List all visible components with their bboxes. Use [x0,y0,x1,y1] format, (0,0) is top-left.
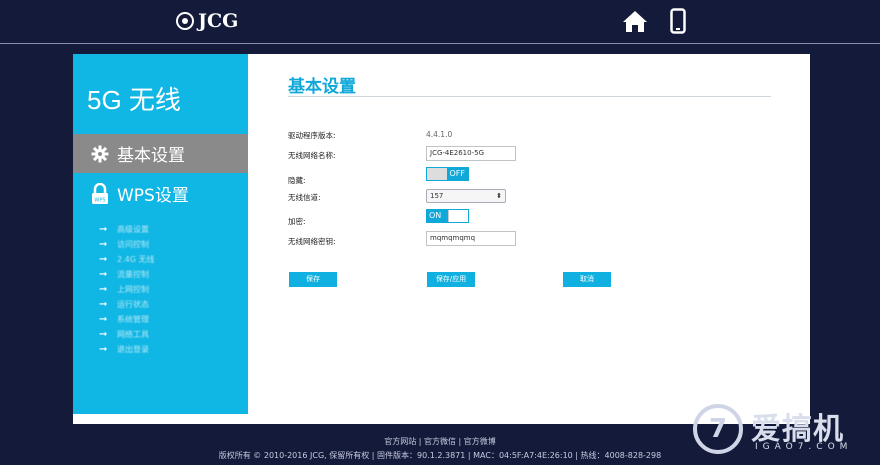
submenu-item[interactable]: ➞ 上网控制 [99,282,154,297]
submenu-item[interactable]: ➞ 系统管理 [99,312,154,327]
sidebar-item-label: WPS设置 [117,186,189,206]
arrow-right-icon: ➞ [99,224,108,235]
submenu-item[interactable]: ➞ 退出登录 [99,342,154,357]
wireless-key-label: 无线网络密钥: [288,237,336,246]
sidebar: 5G 无线 基本设置 WPS WPS设置 ➞ 高级设置 ➞ 访问控制 ➞ 2.4… [73,54,248,414]
arrow-right-icon: ➞ [99,329,108,340]
submenu-item[interactable]: ➞ 访问控制 [99,237,154,252]
driver-version-value: 4.4.1.0 [426,130,453,139]
main-frame: 5G 无线 基本设置 WPS WPS设置 ➞ 高级设置 ➞ 访问控制 ➞ 2.4… [73,54,810,424]
updown-arrow-icon: ⬍ [496,192,502,200]
arrow-right-icon: ➞ [99,269,108,280]
brand-logo[interactable]: JCG [176,10,238,32]
hide-ssid-label: 隐藏: [288,176,306,185]
submenu-item[interactable]: ➞ 运行状态 [99,297,154,312]
channel-value: 157 [430,192,444,200]
toggle-state: ON [427,210,448,222]
jcg-logo-icon [176,12,194,30]
toggle-knob [427,168,448,180]
arrow-right-icon: ➞ [99,239,108,250]
brand-name: JCG [198,10,239,32]
ssid-input[interactable]: JCG-4E2610-5G [426,146,516,161]
encryption-label: 加密: [288,217,306,226]
page-title: 基本设置 [288,77,356,97]
watermark-url: IGAO7.COM [755,442,853,452]
driver-version-label: 驱动程序版本: [288,131,336,140]
toggle-knob [448,210,468,222]
sidebar-title: 5G 无线 [87,85,181,115]
mobile-icon[interactable] [670,8,686,34]
arrow-right-icon: ➞ [99,344,108,355]
arrow-right-icon: ➞ [99,284,108,295]
sidebar-submenu: ➞ 高级设置 ➞ 访问控制 ➞ 2.4G 无线 ➞ 流量控制 ➞ 上网控制 ➞ 运行状态 ➞… [99,222,154,357]
sidebar-item-label: 基本设置 [117,146,185,166]
encryption-toggle[interactable]: ON [426,209,469,223]
save-button[interactable]: 保存 [289,272,337,287]
hide-ssid-toggle[interactable]: OFF [426,167,469,181]
watermark: 7 爱搞机 IGAO7.COM [693,402,875,458]
ssid-label: 无线网络名称: [288,151,336,160]
watermark-logo-icon: 7 [693,404,743,454]
sidebar-item-wps-settings[interactable]: WPS WPS设置 [73,174,248,213]
channel-label: 无线信道: [288,193,321,202]
lock-icon: WPS [89,182,111,205]
title-divider [288,96,771,97]
sidebar-item-basic-settings[interactable]: 基本设置 [73,134,248,173]
arrow-right-icon: ➞ [99,299,108,310]
svg-text:WPS: WPS [94,197,105,203]
settings-panel: 基本设置 驱动程序版本: 4.4.1.0 无线网络名称: JCG-4E2610-… [258,54,810,414]
top-bar: JCG [0,0,880,44]
home-icon[interactable] [622,9,648,33]
submenu-item[interactable]: ➞ 2.4G 无线 [99,252,154,267]
channel-select[interactable]: 157 ⬍ [426,189,506,203]
toggle-state: OFF [447,168,468,180]
save-apply-button[interactable]: 保存/应用 [427,272,475,287]
arrow-right-icon: ➞ [99,314,108,325]
cancel-button[interactable]: 取消 [563,272,611,287]
submenu-item[interactable]: ➞ 网络工具 [99,327,154,342]
submenu-item[interactable]: ➞ 高级设置 [99,222,154,237]
wireless-key-input[interactable]: mqmqmqmq [426,231,516,246]
gear-icon [89,143,111,165]
arrow-right-icon: ➞ [99,254,108,265]
submenu-item[interactable]: ➞ 流量控制 [99,267,154,282]
